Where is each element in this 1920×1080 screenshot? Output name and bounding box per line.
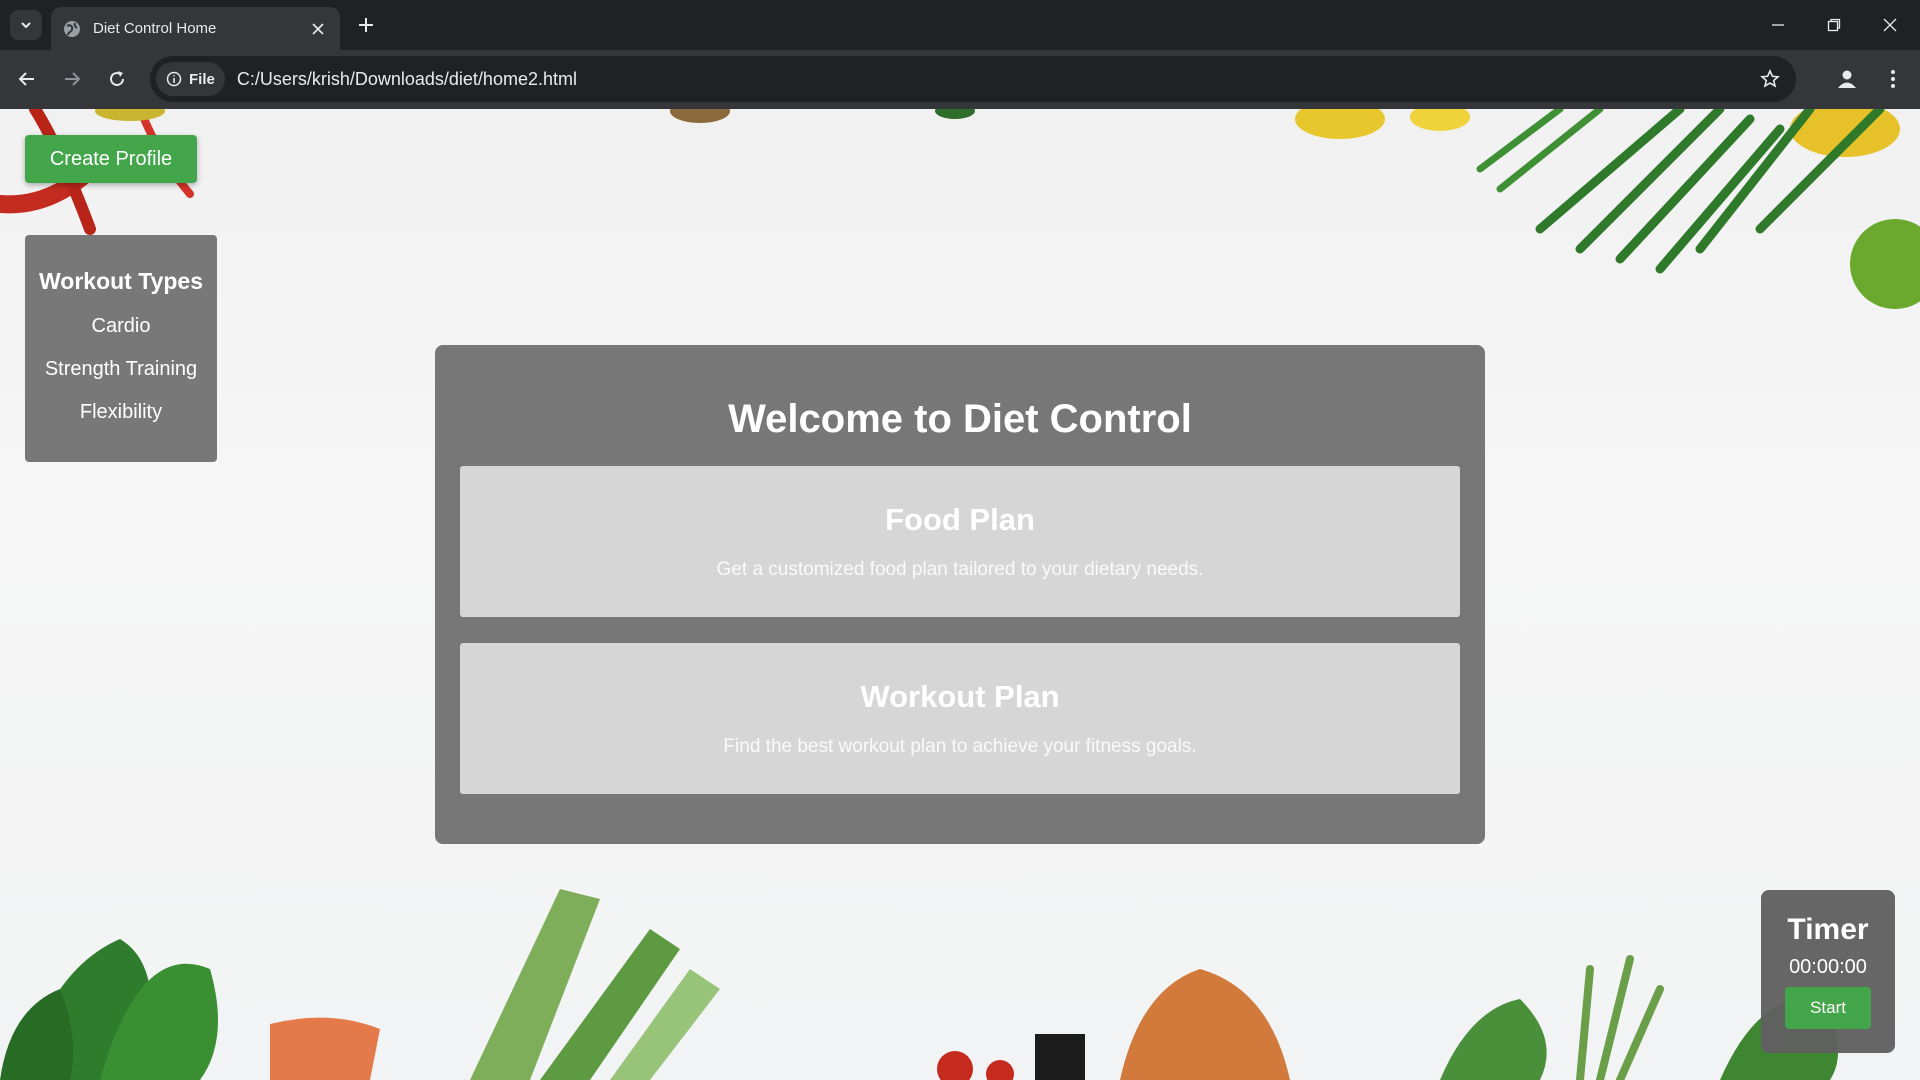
timer-widget: Timer 00:00:00 Start (1761, 890, 1895, 1053)
profile-icon[interactable] (1830, 62, 1864, 96)
window-close-icon[interactable] (1862, 0, 1918, 50)
restore-icon[interactable] (1806, 0, 1862, 50)
workout-plan-description: Find the best workout plan to achieve yo… (723, 736, 1197, 757)
sidebar-item-flexibility[interactable]: Flexibility (25, 400, 217, 443)
star-icon[interactable] (1750, 59, 1790, 99)
menu-icon[interactable] (1876, 62, 1910, 96)
site-info-chip[interactable]: File (156, 62, 225, 96)
create-profile-button[interactable]: Create Profile (25, 135, 197, 183)
info-icon (166, 71, 182, 87)
page-viewport: Create Profile Workout Types Cardio Stre… (0, 109, 1920, 1080)
tab-strip: Diet Control Home (0, 0, 1920, 50)
food-plan-description: Get a customized food plan tailored to y… (716, 559, 1204, 580)
welcome-card: Welcome to Diet Control Food Plan Get a … (435, 345, 1485, 844)
site-info-label: File (189, 70, 215, 88)
forward-icon[interactable] (55, 62, 89, 96)
address-bar[interactable]: File C:/Users/krish/Downloads/diet/home2… (150, 56, 1796, 102)
timer-display: 00:00:00 (1789, 956, 1867, 978)
workout-plan-title: Workout Plan (860, 679, 1060, 714)
food-plan-title: Food Plan (885, 502, 1035, 537)
sidebar-item-cardio[interactable]: Cardio (25, 314, 217, 357)
minimize-icon[interactable] (1750, 0, 1806, 50)
tab-diet-control-home[interactable]: Diet Control Home (51, 7, 340, 50)
food-plan-card[interactable]: Food Plan Get a customized food plan tai… (460, 466, 1460, 617)
timer-title: Timer (1787, 913, 1869, 946)
page-title: Welcome to Diet Control (728, 397, 1192, 441)
browser-toolbar: File C:/Users/krish/Downloads/diet/home2… (0, 50, 1920, 109)
sidebar-title: Workout Types (39, 268, 203, 294)
plus-icon[interactable] (353, 12, 379, 38)
back-icon[interactable] (10, 62, 44, 96)
reload-icon[interactable] (100, 62, 134, 96)
tab-title: Diet Control Home (93, 20, 217, 37)
workout-types-sidebar: Workout Types Cardio Strength Training F… (25, 235, 217, 462)
workout-plan-card[interactable]: Workout Plan Find the best workout plan … (460, 643, 1460, 794)
close-icon[interactable] (308, 19, 328, 39)
timer-start-button[interactable]: Start (1785, 987, 1871, 1029)
url-text[interactable]: C:/Users/krish/Downloads/diet/home2.html (237, 69, 1750, 90)
tab-search-icon[interactable] (10, 10, 42, 40)
globe-icon (64, 20, 80, 37)
sidebar-item-strength-training[interactable]: Strength Training (25, 357, 217, 400)
